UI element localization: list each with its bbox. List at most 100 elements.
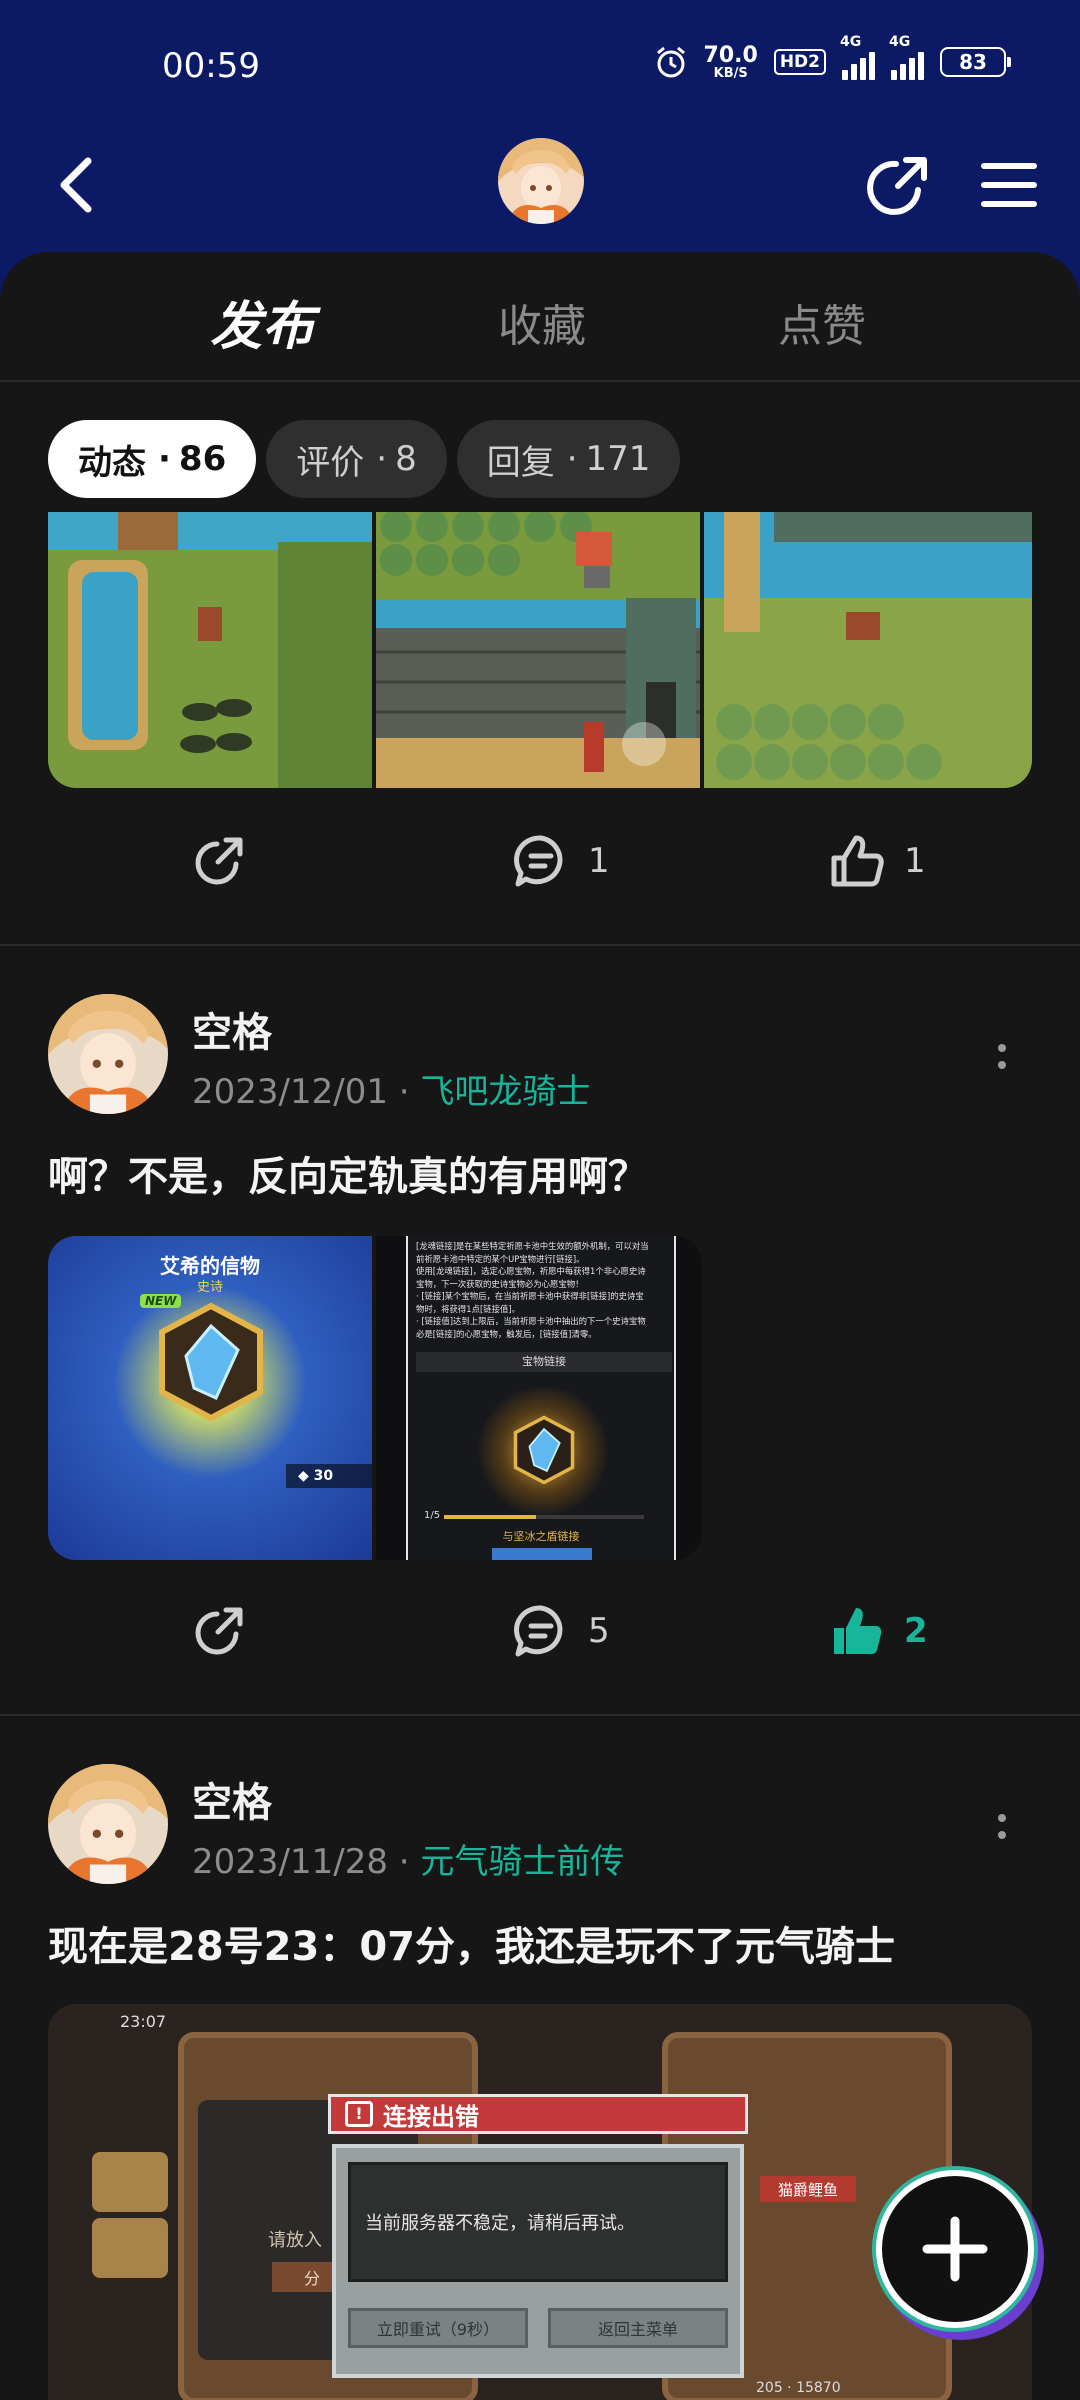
post1-meta: 2023/12/01 · 飞吧龙骑士: [192, 1064, 590, 1113]
post2-img-dialog: ! 连接出错 当前服务器不稳定，请稍后再试。 立即重试（9秒） 返回主菜单: [328, 2094, 748, 2394]
post0-comment-button[interactable]: 1: [512, 832, 610, 890]
post0-images: [48, 512, 1032, 788]
more-icon: [998, 1813, 1006, 1822]
post2-img-dialog-title: 连接出错: [383, 2102, 479, 2131]
post1-img2-section: 宝物链接: [416, 1352, 672, 1372]
post1-img2-line: 前祈愿卡池中特定的某个UP宝物进行[链接]。: [416, 1253, 585, 1264]
post0-image-1[interactable]: [48, 512, 372, 788]
post1-img2-line: [龙魂链接]是在某些特定祈愿卡池中生效的额外机制，可以对当: [416, 1241, 649, 1251]
meta-separator: ·: [398, 1072, 421, 1112]
filter-chip-label: 回复: [486, 442, 555, 483]
post1-image-2[interactable]: [龙魂链接]是在某些特定祈愿卡池中生效的额外机制，可以对当 前祈愿卡池中特定的某…: [376, 1236, 702, 1560]
filter-chip-count: 171: [585, 439, 651, 479]
post2-img-bottom-nums: 205 · 15870: [756, 2380, 841, 2396]
net-speed-unit: KB/S: [713, 65, 748, 81]
post1-img2-line: 必是[链接]的心愿宝物，触发后，[链接值]清零。: [416, 1328, 597, 1339]
share-button[interactable]: [862, 150, 934, 222]
profile-avatar[interactable]: [498, 138, 584, 224]
tab-collect[interactable]: 收藏: [498, 290, 586, 354]
post0-share-button[interactable]: [190, 832, 248, 890]
thumbs-up-icon: [834, 1608, 882, 1654]
filter-chip-label: 动态: [78, 442, 146, 483]
post1-img2-line: 物时，将获得1点[链接值]。: [416, 1303, 520, 1314]
filter-chip-dynamic[interactable]: 动态 · 86: [48, 420, 257, 498]
post1-img2-button: [492, 1548, 592, 1560]
post2-img-time: 23:07: [120, 2012, 167, 2031]
filter-chip-count: 86: [178, 439, 227, 479]
post1-game-link[interactable]: 飞吧龙骑士: [420, 1072, 590, 1112]
post1-img1-title: 艾希的信物: [160, 1254, 260, 1278]
avatar-image: [48, 994, 168, 1114]
tab-publish[interactable]: 发布: [205, 284, 319, 361]
post0-like-button[interactable]: 1: [828, 832, 926, 890]
post2-img-npc-label: 猫爵鲤鱼: [760, 2176, 856, 2202]
post2-img-dialog-header: ! 连接出错: [328, 2094, 748, 2134]
add-post-button[interactable]: [876, 2170, 1034, 2328]
avatar-image: [48, 1764, 168, 1884]
post2-img-dialog-msg: 当前服务器不稳定，请稍后再试。: [365, 2213, 635, 2234]
filter-row: 动态 · 86 评价 · 8 回复 · 171: [48, 420, 681, 498]
filter-chip-reply[interactable]: 回复 · 171: [456, 420, 681, 498]
post1-text[interactable]: 啊？不是，反向定轨真的有用啊？: [48, 1144, 648, 1202]
post0-image-2[interactable]: [376, 512, 700, 788]
tab-bar: 发布 收藏 点赞: [0, 252, 1080, 382]
post2-text[interactable]: 现在是28号23：07分，我还是玩不了元气骑士: [48, 1914, 895, 1972]
post0-like-count: 1: [904, 841, 926, 881]
post1-more-button[interactable]: [990, 1036, 1014, 1076]
menu-button[interactable]: [976, 152, 1042, 218]
more-icon: [998, 1043, 1006, 1052]
post1-date: 2023/12/01: [192, 1072, 388, 1112]
filter-chip-label: 评价: [296, 442, 365, 483]
post2-author-name[interactable]: 空格: [192, 1770, 272, 1828]
post1-img2-line: 使用[龙魂链接]，选定心愿宝物，祈愿中每获得1个非心愿史诗: [416, 1266, 646, 1276]
divider: [0, 1714, 1080, 1716]
post1-image-1[interactable]: 艾希的信物 史诗 NEW ◆ 30: [48, 1236, 372, 1560]
tab-like[interactable]: 点赞: [778, 290, 866, 354]
divider: [0, 944, 1080, 946]
post1-actions: 5 2: [0, 1582, 1080, 1692]
filter-chip-review[interactable]: 评价 · 8: [266, 420, 447, 498]
thumbs-up-icon: [831, 835, 884, 887]
back-button[interactable]: [46, 150, 106, 220]
post1-img2-line: · [链接值]达到上限后，当前祈愿卡池中抽出的下一个史诗宝物: [416, 1316, 646, 1326]
post1-img1-counter: ◆ 30: [286, 1464, 372, 1488]
post1-like-button[interactable]: 2: [828, 1602, 928, 1660]
status-time: 00:59: [162, 46, 260, 86]
post2-game-link[interactable]: 元气骑士前传: [420, 1842, 624, 1882]
post2-img-slot-1: [92, 2152, 168, 2212]
post1-author-avatar[interactable]: [48, 994, 168, 1114]
net-speed: 70.0 KB/S: [704, 44, 758, 81]
post1-comment-button[interactable]: 5: [512, 1602, 610, 1660]
post2-img-dialog-body: 当前服务器不稳定，请稍后再试。 立即重试（9秒） 返回主菜单: [332, 2144, 744, 2378]
meta-separator: ·: [398, 1842, 421, 1882]
post2-img-side-text: 请放入: [268, 2230, 322, 2251]
nav-row: [0, 130, 1080, 250]
post2-img-slot-2: [92, 2218, 168, 2278]
post1-img1-sub: 史诗: [196, 1280, 223, 1295]
main-panel: 发布 收藏 点赞 动态 · 86 评价 · 8 回复 · 171 1 1 空格 …: [0, 252, 1080, 2400]
share-icon: [867, 157, 927, 215]
post0-image-3[interactable]: [704, 512, 1032, 788]
post1-share-button[interactable]: [190, 1602, 248, 1660]
post1-img2-progress: 1/5: [424, 1510, 441, 1521]
signal-1: 4G: [840, 34, 875, 80]
comment-icon: [514, 1605, 563, 1657]
back-icon: [60, 157, 92, 213]
signal-1-label: 4G: [840, 34, 862, 50]
status-icons: 70.0 KB/S HD2 4G 4G 83: [654, 34, 1011, 81]
post1-author-name[interactable]: 空格: [192, 1000, 272, 1058]
alarm-icon: [656, 46, 685, 78]
post2-image-1[interactable]: 23:07 请放入 分 猫爵鲤鱼 ! 连接出错 当前服务器不稳定，请稍后再试。 …: [48, 2004, 1032, 2400]
post1-images: 艾希的信物 史诗 NEW ◆ 30 [龙魂链接]是在某些特定祈愿卡池中生效的额外…: [48, 1236, 702, 1560]
gem-icon: [159, 1302, 263, 1422]
hd-badge: HD2: [773, 49, 826, 75]
menu-icon: [981, 163, 1037, 207]
post2-more-button[interactable]: [990, 1806, 1014, 1846]
post2-author-avatar[interactable]: [48, 1764, 168, 1884]
post1-img1-count: 30: [313, 1468, 334, 1484]
share-icon: [195, 837, 243, 885]
post2-img-back: 返回主菜单: [548, 2308, 728, 2348]
comment-icon: [514, 835, 563, 887]
signal-2: 4G: [889, 34, 924, 80]
warning-icon: !: [345, 2101, 373, 2127]
